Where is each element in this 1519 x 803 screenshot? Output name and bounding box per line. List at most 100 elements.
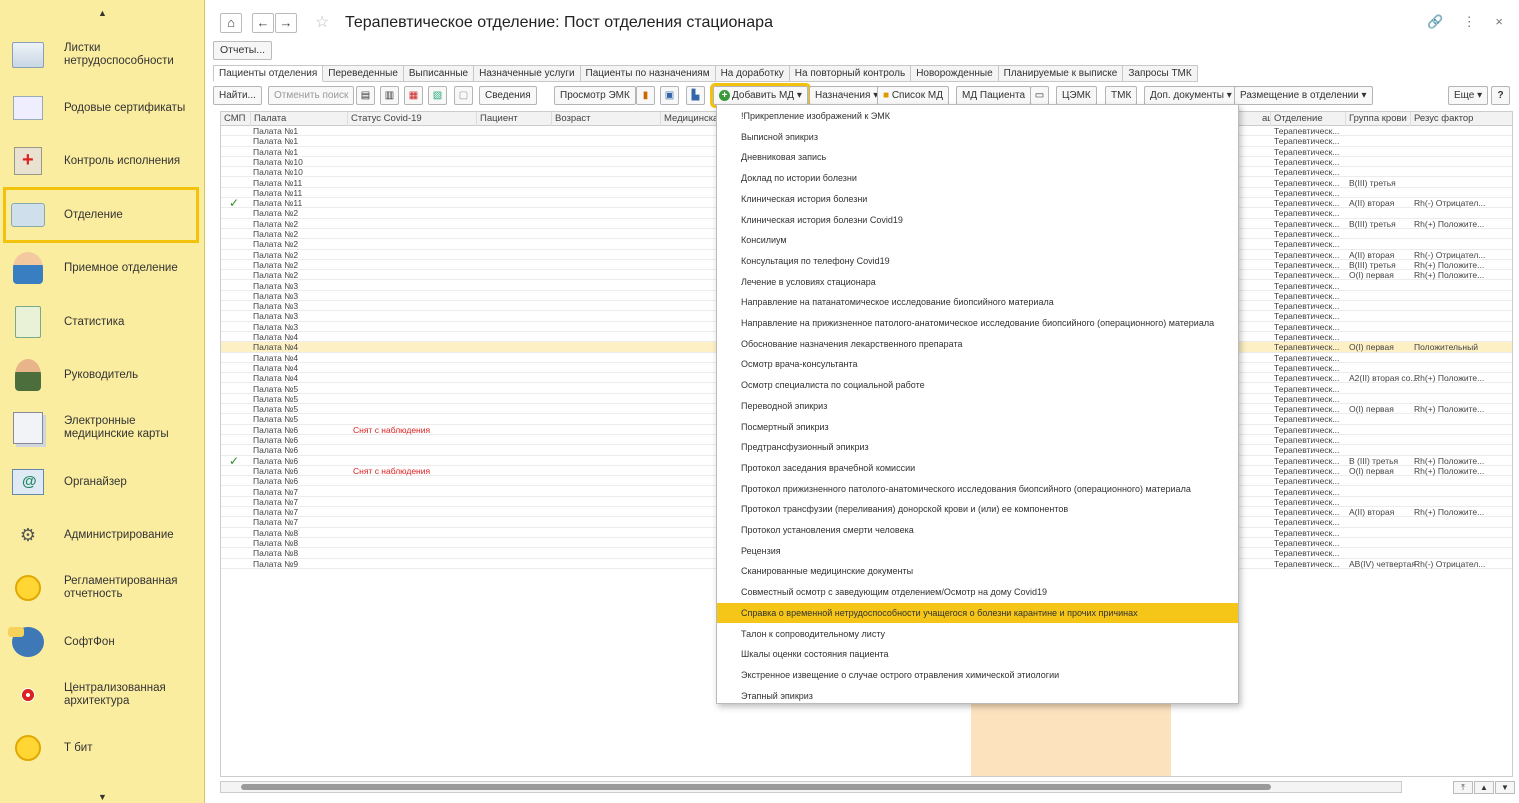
menu-item[interactable]: Дневниковая запись: [717, 147, 1238, 168]
info-button[interactable]: Сведения: [479, 86, 537, 105]
tab-1[interactable]: Переведенные: [323, 65, 404, 82]
sidebar-item-0[interactable]: Листки нетрудоспособности: [6, 30, 196, 80]
menu-item[interactable]: Переводной эпикриз: [717, 396, 1238, 417]
placement-button[interactable]: Размещение в отделении ▾: [1234, 86, 1373, 105]
menu-item[interactable]: Шкалы оценки состояния пациента: [717, 644, 1238, 665]
tab-7[interactable]: Новорожденные: [911, 65, 999, 82]
menu-item[interactable]: Клиническая история болезни: [717, 189, 1238, 210]
sidebar-item-11[interactable]: СофтФон: [6, 617, 196, 667]
tab-0[interactable]: Пациенты отделения: [213, 65, 324, 82]
menu-item[interactable]: Протокол установления смерти человека: [717, 520, 1238, 541]
column-header[interactable]: Отделение: [1271, 112, 1346, 126]
back-button[interactable]: ←: [252, 13, 274, 33]
card-icon[interactable]: ▭: [1030, 86, 1049, 105]
tab-5[interactable]: На доработку: [715, 65, 790, 82]
extra-docs-button[interactable]: Доп. документы ▾: [1144, 86, 1238, 105]
menu-item[interactable]: !Прикрепление изображений к ЭМК: [717, 106, 1238, 127]
sidebar-scroll-down[interactable]: ▼: [0, 788, 205, 803]
more-button[interactable]: Еще ▾: [1448, 86, 1489, 105]
tab-9[interactable]: Запросы ТМК: [1123, 65, 1198, 82]
favorite-star-icon[interactable]: ☆: [315, 12, 329, 32]
sidebar-item-8[interactable]: Органайзер: [6, 457, 196, 507]
menu-item[interactable]: Этапный эпикриз: [717, 686, 1238, 707]
sidebar-item-7[interactable]: Электронные медицинские карты: [6, 403, 196, 453]
column-header[interactable]: Группа крови: [1346, 112, 1411, 126]
sidebar-item-4[interactable]: Приемное отделение: [6, 243, 196, 293]
column-header[interactable]: СМП: [221, 112, 251, 126]
menu-item[interactable]: Посмертный эпикриз: [717, 417, 1238, 438]
home-button[interactable]: ⌂: [220, 13, 242, 33]
window-controls[interactable]: 🔗 ⋮ ×: [1427, 14, 1511, 30]
column-header[interactable]: Пациент: [477, 112, 552, 126]
chart-icon[interactable]: ▮: [636, 86, 655, 105]
menu-item[interactable]: Консилиум: [717, 230, 1238, 251]
menu-item[interactable]: Талон к сопроводительному листу: [717, 624, 1238, 645]
tab-6[interactable]: На повторный контроль: [789, 65, 912, 82]
reports-button[interactable]: Отчеты...: [213, 41, 273, 60]
menu-item[interactable]: Предтрансфузионный эпикриз: [717, 437, 1238, 458]
menu-item[interactable]: Клиническая история болезни Covid19: [717, 210, 1238, 231]
prescriptions-button[interactable]: Назначения ▾: [809, 86, 885, 105]
menu-item[interactable]: Справка о временной нетрудоспособности у…: [717, 602, 1238, 624]
blood-group-cell: О(I) первая: [1349, 404, 1394, 415]
document-icon[interactable]: ▢: [454, 86, 473, 105]
column-header[interactable]: Резус фактор: [1411, 112, 1512, 126]
ward-cell: Палата №6: [253, 435, 299, 445]
add-md-button[interactable]: + Добавить МД ▾: [710, 83, 811, 108]
column-header[interactable]: Статус Covid-19: [348, 112, 477, 126]
column-header[interactable]: Палата: [251, 112, 348, 126]
barcode-icon[interactable]: ▥: [380, 86, 399, 105]
sidebar-item-12[interactable]: Централизованная архитектура: [6, 670, 196, 720]
menu-item[interactable]: Направление на прижизненное патолого-ана…: [717, 313, 1238, 334]
help-button[interactable]: ?: [1491, 86, 1510, 105]
copy-icon[interactable]: ▤: [356, 86, 375, 105]
menu-item[interactable]: Рецензия: [717, 541, 1238, 562]
menu-item[interactable]: Протокол прижизненного патолого-анатомич…: [717, 479, 1238, 500]
forward-button[interactable]: →: [275, 13, 297, 33]
next-page-icon[interactable]: ▼: [1495, 781, 1515, 794]
export-icon[interactable]: ▧: [428, 86, 447, 105]
menu-item[interactable]: Экстренное извещение о случае острого от…: [717, 665, 1238, 686]
first-page-icon[interactable]: ⤒: [1453, 781, 1473, 794]
tab-8[interactable]: Планируемые к выписке: [998, 65, 1124, 82]
menu-item[interactable]: Протокол заседания врачебной комиссии: [717, 458, 1238, 479]
view-emk-button[interactable]: Просмотр ЭМК: [554, 86, 636, 105]
scrollbar-thumb[interactable]: [241, 784, 1271, 790]
tab-4[interactable]: Пациенты по назначениям: [580, 65, 716, 82]
menu-item[interactable]: Консультация по телефону Covid19: [717, 251, 1238, 272]
prev-page-icon[interactable]: ▲: [1474, 781, 1494, 794]
sidebar-item-6[interactable]: Руководитель: [6, 350, 196, 400]
sidebar-item-3[interactable]: Отделение: [3, 187, 199, 243]
sidebar-item-2[interactable]: Контроль исполнения: [6, 136, 196, 186]
cemk-button[interactable]: ЦЭМК: [1056, 86, 1097, 105]
md-list-button[interactable]: ■ Список МД: [877, 86, 949, 105]
menu-item[interactable]: Обоснование назначения лекарственного пр…: [717, 334, 1238, 355]
menu-item[interactable]: Осмотр специалиста по социальной работе: [717, 375, 1238, 396]
menu-item[interactable]: Сканированные медицинские документы: [717, 561, 1238, 582]
stats-icon[interactable]: ▙: [686, 86, 705, 105]
horizontal-scrollbar[interactable]: [220, 781, 1402, 793]
menu-item[interactable]: Выписной эпикриз: [717, 127, 1238, 148]
column-header[interactable]: ации: [1259, 112, 1271, 126]
tmk-button[interactable]: ТМК: [1105, 86, 1138, 105]
menu-item[interactable]: Направление на патанатомическое исследов…: [717, 292, 1238, 313]
sidebar-scroll-up[interactable]: ▲: [0, 4, 205, 22]
sidebar-item-13[interactable]: Т бит: [6, 723, 196, 773]
menu-item[interactable]: Осмотр врача-консультанта: [717, 354, 1238, 375]
cancel-search-button[interactable]: Отменить поиск: [268, 86, 355, 105]
menu-item[interactable]: Протокол трансфузии (переливания) донорс…: [717, 499, 1238, 520]
sidebar-item-1[interactable]: Родовые сертификаты: [6, 83, 196, 133]
menu-item[interactable]: Доклад по истории болезни: [717, 168, 1238, 189]
patient-md-button[interactable]: МД Пациента: [956, 86, 1032, 105]
find-button[interactable]: Найти...: [213, 86, 262, 105]
tab-3[interactable]: Назначенные услуги: [474, 65, 581, 82]
table-icon[interactable]: ▣: [660, 86, 679, 105]
tab-2[interactable]: Выписанные: [403, 65, 475, 82]
menu-item[interactable]: Лечение в условиях стационара: [717, 272, 1238, 293]
column-header[interactable]: Возраст: [552, 112, 661, 126]
sidebar-item-10[interactable]: Регламентированная отчетность: [6, 563, 196, 613]
sidebar-item-9[interactable]: ⚙ Администрирование: [6, 510, 196, 560]
menu-item[interactable]: Совместный осмотр с заведующим отделение…: [717, 582, 1238, 603]
print-icon[interactable]: ▦: [404, 86, 423, 105]
sidebar-item-5[interactable]: Статистика: [6, 297, 196, 347]
